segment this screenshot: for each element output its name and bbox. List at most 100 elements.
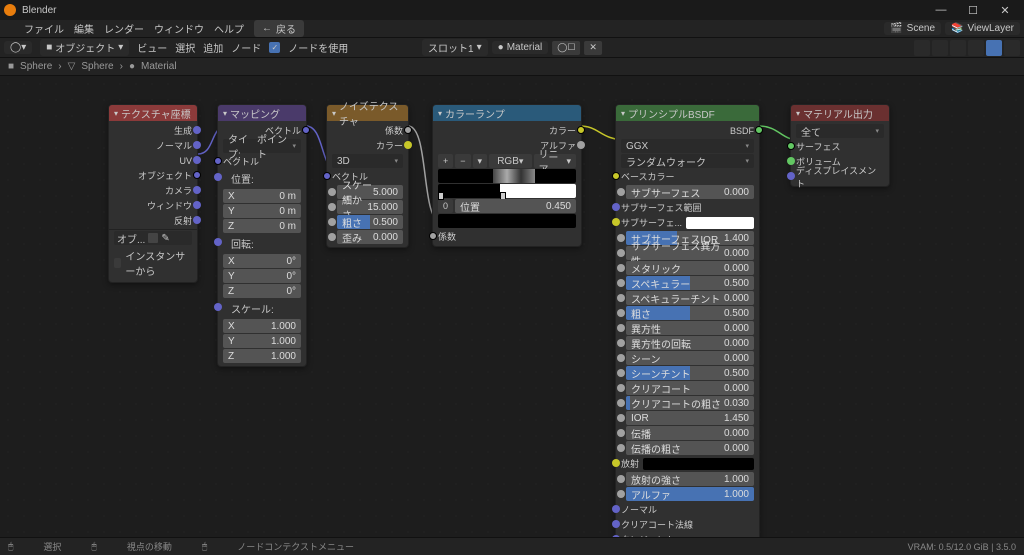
socket-clearcoat-normal[interactable] <box>612 520 620 528</box>
socket-vector-out[interactable] <box>302 126 310 134</box>
node-header[interactable]: ▾マテリアル出力 <box>791 105 889 121</box>
use-nodes-checkbox[interactable]: ✓ <box>269 42 280 53</box>
mode-select[interactable]: ■オブジェクト▾ <box>40 39 129 56</box>
bsdf-subsurface-method[interactable]: ランダムウォーク▾ <box>621 154 754 168</box>
ramp-color-swatch[interactable] <box>438 214 576 228</box>
object-field[interactable]: オブ...✎ <box>114 231 192 245</box>
menu-help[interactable]: ヘルプ <box>214 21 244 36</box>
socket-displacement[interactable] <box>787 172 795 180</box>
node-header[interactable]: ▾テクスチャ座標 <box>109 105 197 121</box>
loc-z[interactable]: Z0 m <box>223 219 301 233</box>
socket-uv[interactable] <box>193 156 201 164</box>
bsdf-param-5[interactable]: メタリック0.000 <box>626 261 754 275</box>
ramp-interp[interactable]: RGB ▾ <box>489 154 531 168</box>
node-principled-bsdf[interactable]: ▾プリンシプルBSDF BSDF GGX▾ ランダムウォーク▾ ベースカラー サ… <box>615 104 760 550</box>
socket-camera[interactable] <box>193 186 201 194</box>
bsdf-param-16[interactable]: 伝播0.000 <box>626 426 754 440</box>
bsdf-param-10[interactable]: 異方性の回転0.000 <box>626 336 754 350</box>
node-material-output[interactable]: ▾マテリアル出力 全て▾ サーフェス ボリューム ディスプレイスメント <box>790 104 890 187</box>
material-new-button[interactable]: ✕ <box>584 41 602 55</box>
close-button[interactable]: ✕ <box>990 1 1020 19</box>
color-ramp-gradient[interactable] <box>438 184 576 198</box>
loc-y[interactable]: Y0 m <box>223 204 301 218</box>
socket-color-out[interactable] <box>404 141 412 149</box>
bsdf-param-11[interactable]: シーン0.000 <box>626 351 754 365</box>
bsdf-param-0[interactable]: サブサーフェス0.000 <box>626 185 754 199</box>
rot-z[interactable]: Z0° <box>223 284 301 298</box>
instancer-checkbox[interactable]: インスタンサーから <box>109 246 197 280</box>
bsdf-param-6[interactable]: スペキュラー0.500 <box>626 276 754 290</box>
socket-reflection[interactable] <box>193 216 201 224</box>
loc-x[interactable]: X0 m <box>223 189 301 203</box>
bsdf-param-8[interactable]: 粗さ0.500 <box>626 306 754 320</box>
tool-icon-4[interactable] <box>968 40 984 56</box>
bsdf-param-4[interactable]: サブサーフェス異方性0.000 <box>626 246 754 260</box>
socket-emission[interactable] <box>612 459 620 467</box>
socket-normal[interactable] <box>193 141 201 149</box>
bsdf-param-7[interactable]: スペキュラーチント0.000 <box>626 291 754 305</box>
bsdf-emission-strength[interactable]: 放射の強さ1.000 <box>626 472 754 486</box>
minimize-button[interactable]: — <box>926 1 956 19</box>
editor-type-icon[interactable]: ◯▾ <box>4 41 32 54</box>
bsdf-param-15[interactable]: IOR1.450 <box>626 411 754 425</box>
menu-select[interactable]: 選択 <box>175 40 195 55</box>
socket-generated[interactable] <box>193 126 201 134</box>
socket-base-color[interactable] <box>612 172 620 180</box>
bsdf-param-2[interactable]: サブサーフェ... <box>616 215 759 230</box>
tool-icon-5[interactable] <box>986 40 1002 56</box>
node-canvas[interactable]: ▾テクスチャ座標 生成 ノーマル UV オブジェクト カメラ ウィンドウ 反射 … <box>0 76 1024 536</box>
material-select[interactable]: ●Material <box>492 41 549 54</box>
scene-selector[interactable]: 🎬Scene <box>884 22 941 35</box>
ramp-mode[interactable]: リニア ▾ <box>534 154 576 168</box>
node-mapping[interactable]: ▾マッピング ベクトル タイプ:ポイント▾ ベクトル 位置: X0 m Y0 m… <box>217 104 307 367</box>
node-noise-texture[interactable]: ▾ノイズテクスチャ 係数 カラー 3D▾ ベクトル スケール5.000 細かさ1… <box>326 104 409 248</box>
bsdf-param-14[interactable]: クリアコートの粗さ0.030 <box>626 396 754 410</box>
menu-edit[interactable]: 編集 <box>74 21 94 36</box>
viewlayer-selector[interactable]: 📚ViewLayer <box>945 22 1020 35</box>
crumb-mesh[interactable]: Sphere <box>81 61 113 72</box>
back-button[interactable]: ←戻る <box>254 20 304 37</box>
material-pin-button[interactable]: ◯☐ <box>552 41 580 55</box>
menu-add[interactable]: 追加 <box>203 40 223 55</box>
node-header[interactable]: ▾プリンシプルBSDF <box>616 105 759 121</box>
bsdf-alpha[interactable]: アルファ1.000 <box>626 487 754 501</box>
menu-render[interactable]: レンダー <box>104 21 144 36</box>
node-header[interactable]: ▾マッピング <box>218 105 306 121</box>
ramp-position[interactable]: 位置0.450 <box>455 199 576 213</box>
socket-fac-out[interactable] <box>404 126 412 134</box>
menu-window[interactable]: ウィンドウ <box>154 21 204 36</box>
bsdf-param-17[interactable]: 伝播の粗さ0.000 <box>626 441 754 455</box>
rot-x[interactable]: X0° <box>223 254 301 268</box>
bsdf-param-1[interactable]: サブサーフェス範囲 <box>616 200 759 215</box>
tool-icon-1[interactable] <box>914 40 930 56</box>
socket-surface[interactable] <box>787 142 795 150</box>
bsdf-distribution[interactable]: GGX▾ <box>621 139 754 153</box>
scale-z[interactable]: Z1.000 <box>223 349 301 363</box>
maximize-button[interactable]: ☐ <box>958 1 988 19</box>
bsdf-param-13[interactable]: クリアコート0.000 <box>626 381 754 395</box>
socket-fac-in[interactable] <box>429 232 437 240</box>
crumb-sphere[interactable]: Sphere <box>20 61 52 72</box>
socket-vector-in[interactable] <box>323 172 331 180</box>
tool-icon-6[interactable] <box>1004 40 1020 56</box>
crumb-material[interactable]: Material <box>141 61 177 72</box>
noise-detail[interactable]: 細かさ15.000 <box>337 200 403 214</box>
socket-detail[interactable] <box>328 203 336 211</box>
node-header[interactable]: ▾カラーランプ <box>433 105 581 121</box>
bsdf-param-9[interactable]: 異方性0.000 <box>626 321 754 335</box>
socket-color-out[interactable] <box>577 126 585 134</box>
ramp-menu-button[interactable]: ▾ <box>473 154 488 168</box>
menu-file[interactable]: ファイル <box>24 21 64 36</box>
scale-y[interactable]: Y1.000 <box>223 334 301 348</box>
socket-location[interactable] <box>214 173 222 181</box>
socket-normal[interactable] <box>612 505 620 513</box>
ramp-stop-1[interactable] <box>438 192 444 200</box>
scale-x[interactable]: X1.000 <box>223 319 301 333</box>
node-texture-coordinate[interactable]: ▾テクスチャ座標 生成 ノーマル UV オブジェクト カメラ ウィンドウ 反射 … <box>108 104 198 283</box>
mapping-type[interactable]: タイプ:ポイント▾ <box>223 139 301 153</box>
socket-scale[interactable] <box>214 303 222 311</box>
ramp-index[interactable]: 0 <box>438 199 453 213</box>
node-header[interactable]: ▾ノイズテクスチャ <box>327 105 408 121</box>
socket-rotation[interactable] <box>214 238 222 246</box>
socket-volume[interactable] <box>787 157 795 165</box>
